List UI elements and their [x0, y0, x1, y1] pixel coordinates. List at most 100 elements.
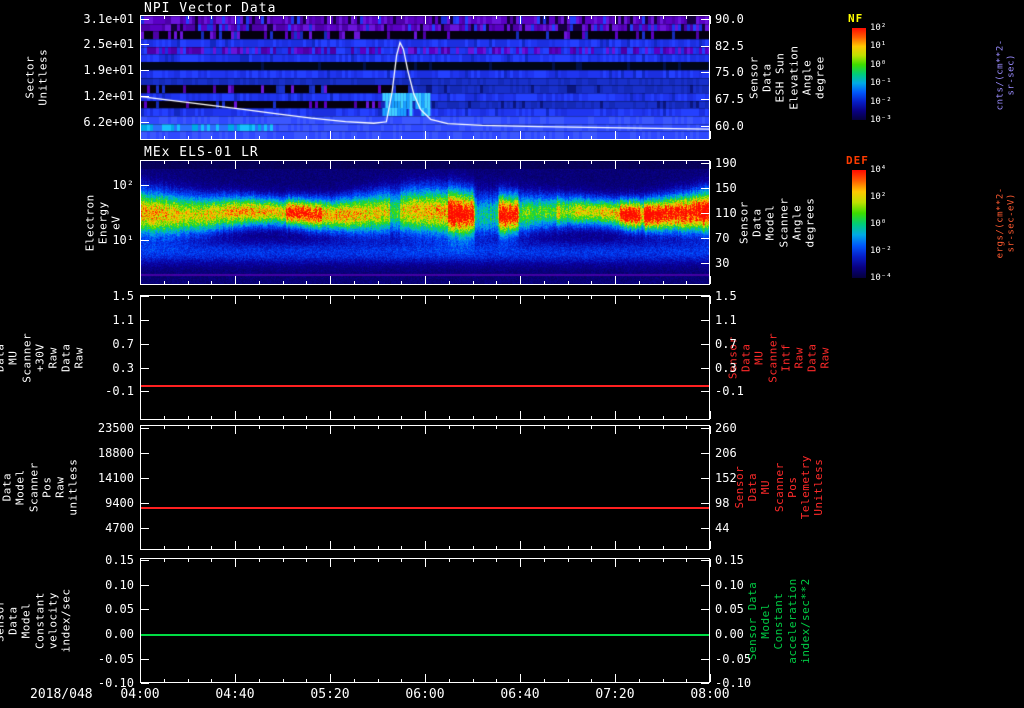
x-tick-mark [544, 416, 545, 419]
x-tick-mark [401, 296, 402, 299]
x-tick-mark [306, 559, 307, 562]
x-tick-mark [140, 131, 141, 139]
x-tick-mark [449, 161, 450, 164]
x-tick-mark [140, 559, 141, 567]
x-tick-mark [544, 136, 545, 139]
y-tick-mark [701, 163, 709, 164]
y-tick-label-left: 1.9e+01 [83, 63, 134, 77]
nf-colorbar [852, 28, 866, 120]
y-tick-mark [701, 585, 709, 586]
y-tick-mark [701, 188, 709, 189]
x-tick-mark [401, 416, 402, 419]
x-tick-mark [425, 541, 426, 549]
x-tick-mark [663, 546, 664, 549]
x-tick-mark [378, 426, 379, 429]
y-tick-mark [701, 344, 709, 345]
x-tick-mark [568, 136, 569, 139]
x-tick-mark [615, 161, 616, 169]
x-tick-mark [283, 679, 284, 682]
x-tick-mark [663, 296, 664, 299]
y-tick-mark [141, 659, 149, 660]
x-tick-mark [473, 16, 474, 19]
x-tick-mark [520, 296, 521, 304]
x-tick-mark [639, 426, 640, 429]
x-tick-mark [710, 674, 711, 682]
y-tick-mark [701, 659, 709, 660]
y-tick-mark [141, 344, 149, 345]
y-tick-label-right: 110 [715, 206, 737, 221]
x-tick-mark [259, 426, 260, 429]
x-tick-mark [449, 416, 450, 419]
x-tick-mark [615, 674, 616, 682]
x-tick-mark [211, 679, 212, 682]
x-tick-mark [496, 426, 497, 429]
npi-spectrogram [141, 16, 709, 139]
x-tick-mark [283, 281, 284, 284]
y-tick-label-right: 67.5 [715, 91, 744, 106]
y-tick-mark [701, 428, 709, 429]
y-tick-label-right: 0.15 [715, 553, 744, 567]
x-tick-mark [354, 16, 355, 19]
panel-title-npi: NPI Vector Data [144, 1, 277, 16]
x-tick-mark [378, 281, 379, 284]
x-tick-mark [520, 411, 521, 419]
x-tick-mark [496, 679, 497, 682]
y-tick-mark [141, 296, 149, 297]
x-tick-mark [686, 679, 687, 682]
x-tick-mark [211, 546, 212, 549]
y-tick-label-left: 0.10 [105, 577, 134, 592]
y-tick-mark [141, 96, 149, 97]
x-tick-mark [425, 411, 426, 419]
x-tick-mark [591, 416, 592, 419]
x-tick-mark [164, 296, 165, 299]
x-tick-mark [544, 426, 545, 429]
x-tick-mark [686, 161, 687, 164]
x-tick-mark [164, 416, 165, 419]
x-tick-mark [544, 296, 545, 299]
y-tick-label-left: 3.1e+01 [83, 11, 134, 26]
x-tick-mark [211, 296, 212, 299]
x-tick-mark [473, 281, 474, 284]
x-tick-mark [140, 411, 141, 419]
x-tick-mark [568, 161, 569, 164]
x-tick-mark [211, 16, 212, 19]
x-tick-mark [188, 296, 189, 299]
x-tick-mark [211, 426, 212, 429]
y-tick-label-left: 10¹ [112, 233, 134, 247]
y-tick-mark [701, 503, 709, 504]
x-tick-mark [378, 161, 379, 164]
x-tick-mark [211, 281, 212, 284]
panel-title-els: MEx ELS-01 LR [144, 145, 259, 160]
y-tick-label-left: 18800 [97, 446, 134, 460]
y-tick-label-right: 90.0 [715, 11, 744, 26]
x-tick-label: 07:20 [595, 687, 635, 702]
y-tick-label-right: 206 [715, 446, 737, 460]
x-tick-mark [211, 559, 212, 562]
x-tick-mark [686, 281, 687, 284]
x-tick-mark [449, 559, 450, 562]
y-tick-label-right: 0.05 [715, 602, 744, 617]
x-tick-label: 06:40 [500, 687, 540, 702]
x-tick-mark [615, 296, 616, 304]
x-tick-mark [259, 16, 260, 19]
x-tick-mark [425, 559, 426, 567]
els-spectrogram [141, 161, 709, 284]
colorbar-tick-label: 10⁻² [870, 96, 892, 107]
y-tick-label-left: 9400 [105, 496, 134, 510]
x-tick-mark [449, 136, 450, 139]
x-tick-mark [686, 546, 687, 549]
y-tick-label-left: -0.05 [97, 651, 134, 666]
x-tick-mark [710, 296, 711, 304]
x-tick-mark [235, 411, 236, 419]
y-tick-label-left: 4700 [105, 521, 134, 535]
x-tick-mark [259, 546, 260, 549]
y-tick-mark [141, 19, 149, 20]
y-tick-mark [701, 528, 709, 529]
x-tick-mark [520, 674, 521, 682]
x-tick-mark [591, 426, 592, 429]
x-tick-mark [164, 546, 165, 549]
colorbar-tick-label: 10² [870, 192, 887, 202]
y-tick-label-left: 2.5e+01 [83, 37, 134, 52]
x-tick-mark [615, 559, 616, 567]
x-tick-mark [188, 546, 189, 549]
